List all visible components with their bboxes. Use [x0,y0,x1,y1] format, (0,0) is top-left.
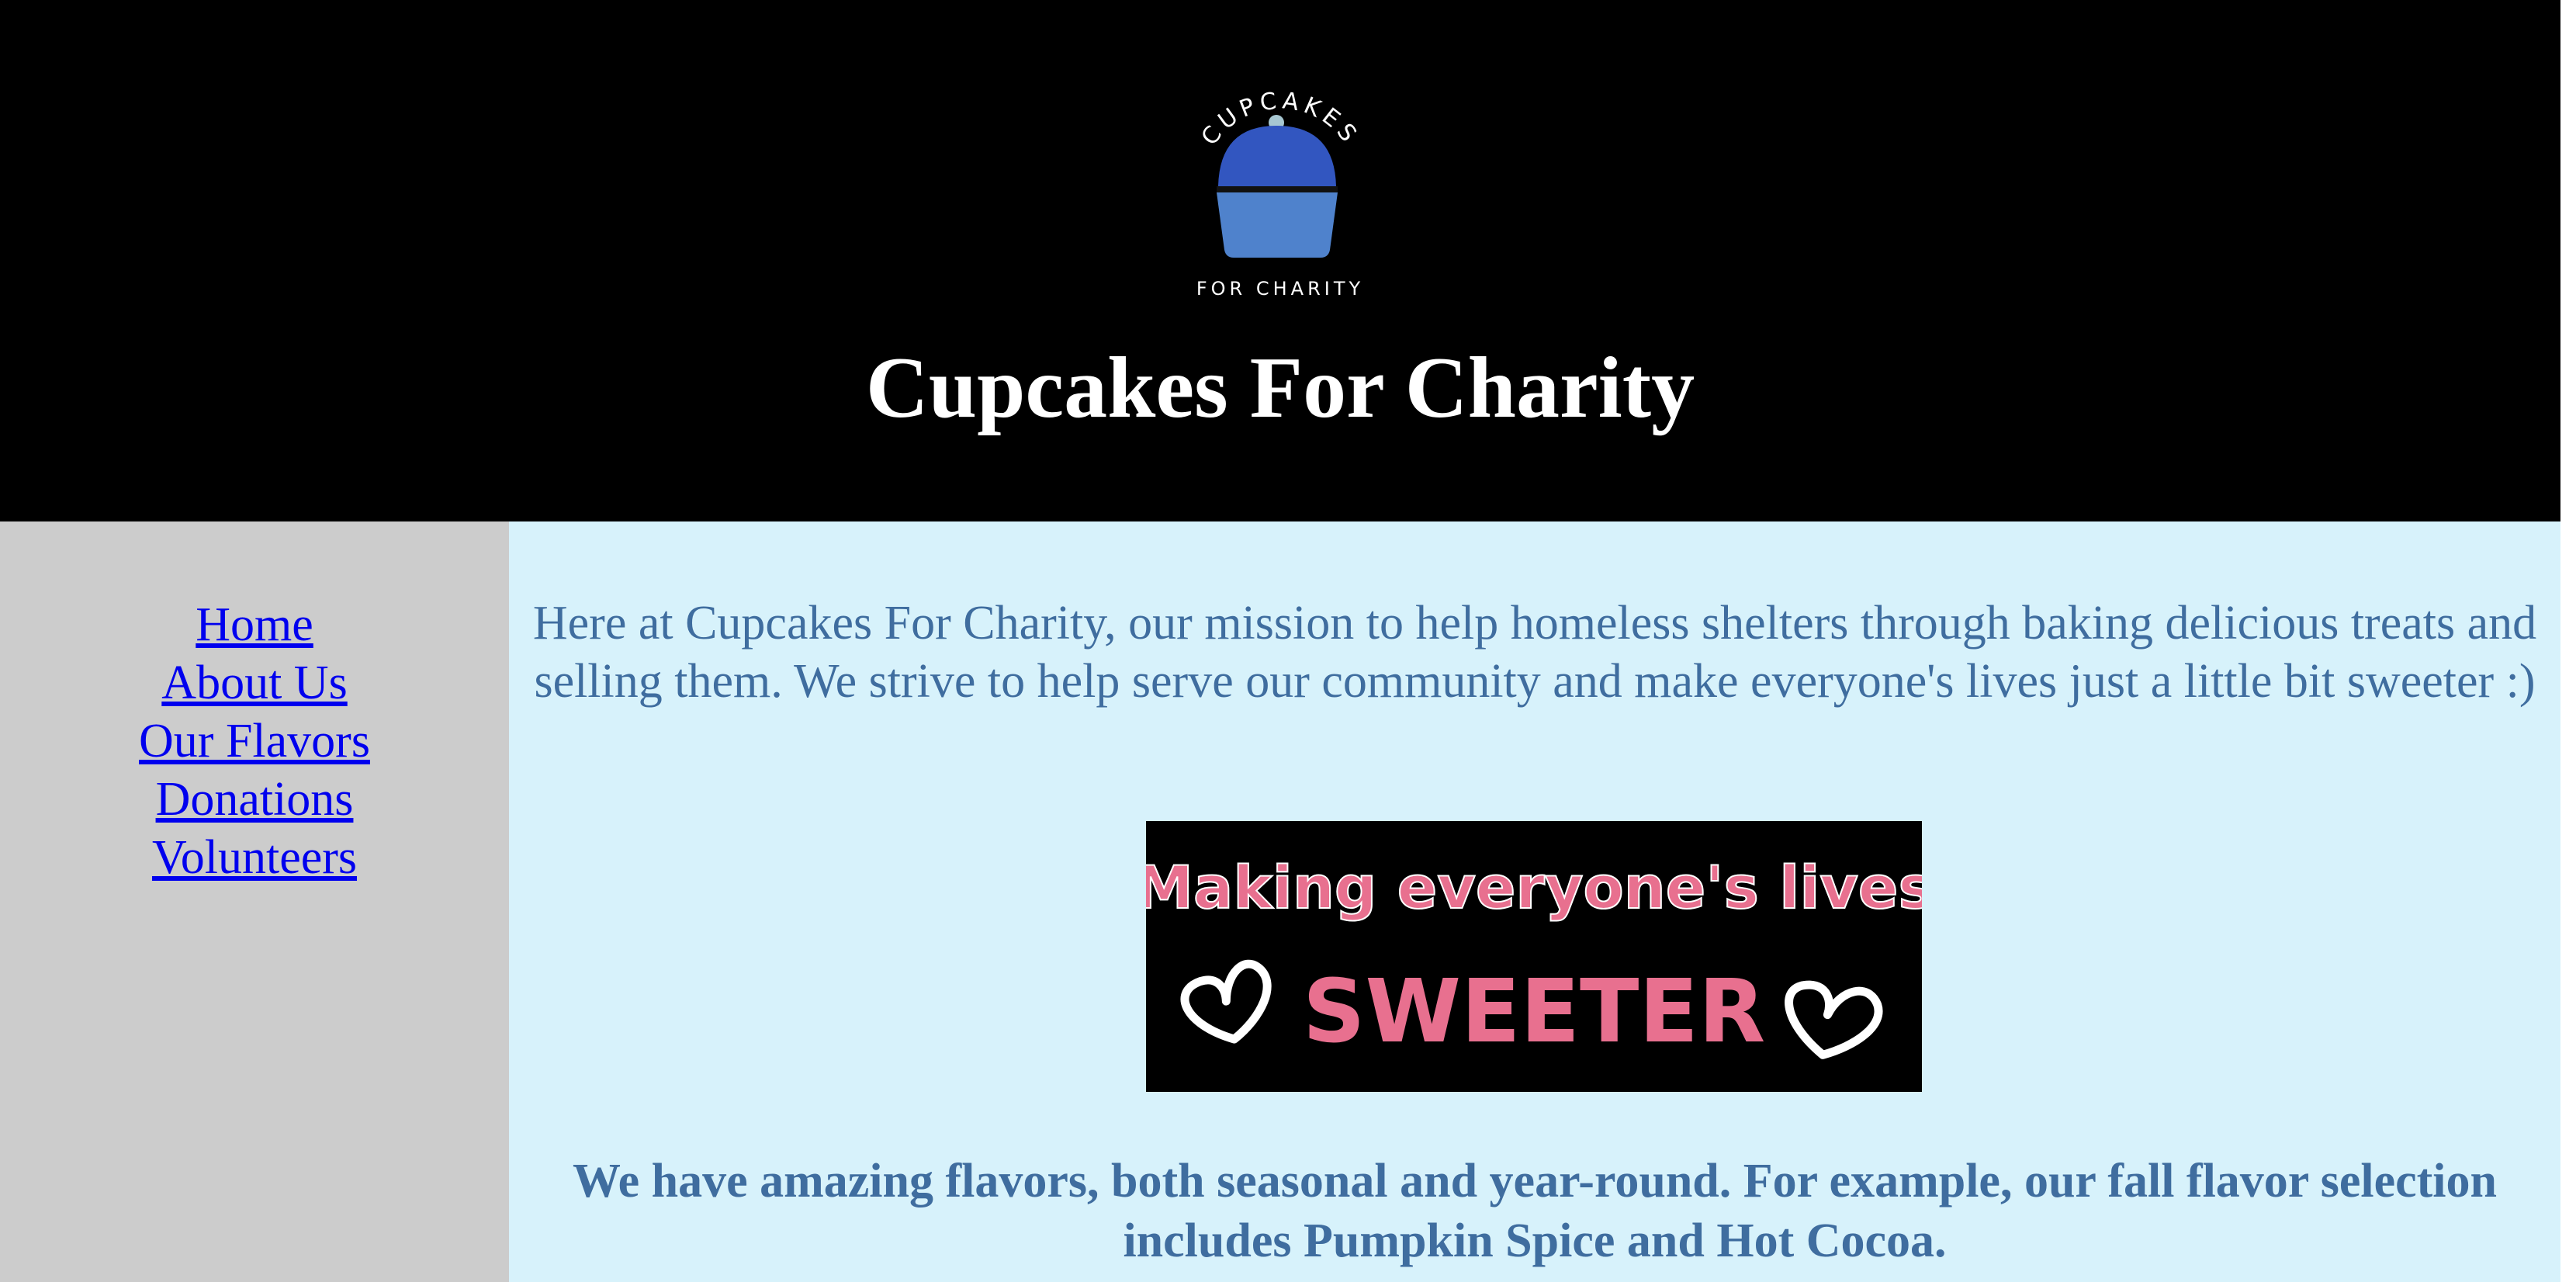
site-header: CUPCAKES FOR CHARITY Cupcakes For Charit… [0,0,2560,521]
sidebar-nav: Home About Us Our Flavors Donations Volu… [0,596,509,887]
nav-link-about-us[interactable]: About Us [0,654,509,712]
flavors-statement: We have amazing flavors, both seasonal a… [573,1155,2497,1267]
main-content: Here at Cupcakes For Charity, our missio… [509,521,2560,1282]
logo-caption: FOR CHARITY [1196,278,1364,300]
nav-link-our-flavors[interactable]: Our Flavors [0,712,509,771]
banner-line-1: Making everyone's lives [1146,853,1922,922]
window-edge [2560,0,2576,1282]
logo-wrapper [1217,192,1338,258]
nav-link-home[interactable]: Home [0,596,509,654]
nav-link-donations[interactable]: Donations [0,771,509,829]
cupcake-logo: CUPCAKES FOR CHARITY [1196,87,1364,300]
sweeter-banner: Making everyone's lives SWEETER [1146,821,1922,1092]
sidebar: Home About Us Our Flavors Donations Volu… [0,521,509,1282]
banner-line-2: SWEETER [1303,962,1765,1062]
logo-frosting [1218,126,1336,186]
site-title: Cupcakes For Charity [865,340,1695,436]
mission-statement: Here at Cupcakes For Charity, our missio… [532,597,2537,708]
nav-link-volunteers[interactable]: Volunteers [0,829,509,887]
